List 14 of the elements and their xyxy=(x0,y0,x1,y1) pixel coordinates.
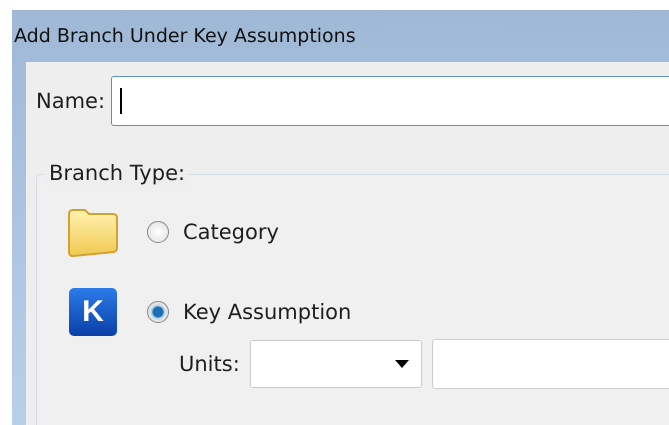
folder-icon xyxy=(67,206,119,258)
radio-button[interactable] xyxy=(147,301,169,323)
window-title: Add Branch Under Key Assumptions xyxy=(14,25,356,47)
dropdown-arrow-icon xyxy=(394,360,409,368)
units-input-field[interactable] xyxy=(432,339,669,389)
name-input-field[interactable] xyxy=(111,76,669,126)
group-title: Branch Type: xyxy=(45,161,190,185)
units-label: Units: xyxy=(179,352,240,376)
text-cursor xyxy=(120,88,122,114)
name-label: Name: xyxy=(36,89,106,113)
radio-button[interactable] xyxy=(147,221,169,243)
option-label: Key Assumption xyxy=(183,300,352,324)
option-label: Category xyxy=(183,220,279,244)
key-letter-icon: K xyxy=(69,288,117,336)
